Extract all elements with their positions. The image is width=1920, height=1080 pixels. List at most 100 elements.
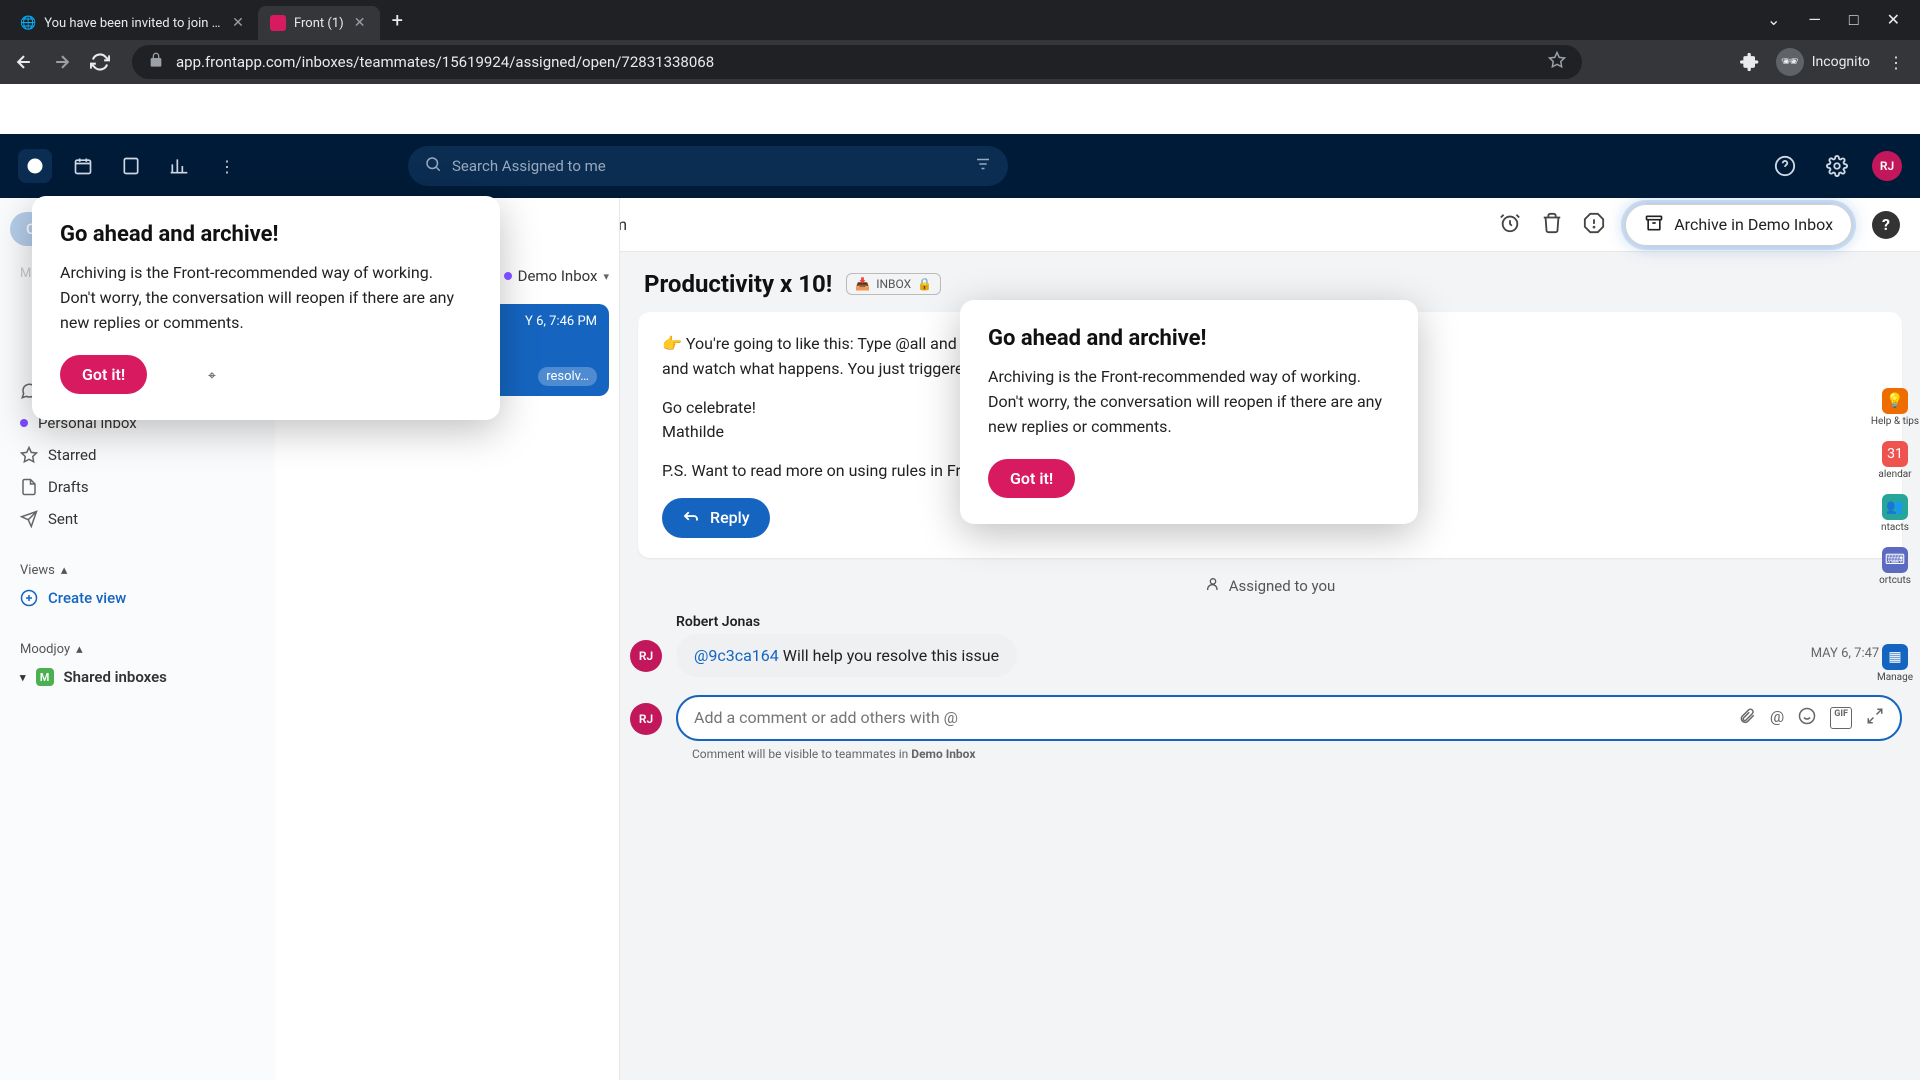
sidebar-item-drafts[interactable]: Drafts (10, 471, 265, 503)
close-window-icon[interactable]: ✕ (1887, 10, 1900, 30)
sidebar-item-sent[interactable]: Sent (10, 503, 265, 535)
rail-contacts[interactable]: 👥ntacts (1881, 494, 1909, 533)
avatar[interactable]: RJ (1872, 151, 1902, 181)
star-icon[interactable] (1548, 51, 1566, 73)
card-tag: resolv… (538, 367, 597, 386)
comment-text-field[interactable] (694, 708, 1738, 727)
dot-icon (504, 272, 512, 280)
close-icon[interactable]: ✕ (230, 15, 246, 31)
mention[interactable]: @9c3ca164 (694, 646, 779, 665)
app-topbar: ⋮ Search Assigned to me RJ (0, 134, 1920, 198)
thread-actionbar: Trash Spam Archive in Demo Inbox ? (620, 198, 1920, 252)
extensions-icon[interactable] (1738, 50, 1762, 74)
browser-titlebar: 🌐 You have been invited to join Fr… ✕ Fr… (0, 0, 1920, 40)
comment-input[interactable]: @ GIF (676, 695, 1902, 741)
calendar-nav-icon[interactable] (66, 149, 100, 183)
tab-spam[interactable]: Spam (620, 215, 627, 234)
popover-body: Archiving is the Front-recommended way o… (988, 365, 1390, 439)
archive-icon (1644, 213, 1664, 237)
comment-bubble: @9c3ca164 Will help you resolve this iss… (676, 634, 1017, 677)
incognito-indicator[interactable]: 🕶 Incognito (1776, 48, 1870, 76)
popover-title: Go ahead and archive! (60, 222, 472, 247)
user-icon (1205, 576, 1221, 596)
search-placeholder: Search Assigned to me (452, 157, 606, 175)
got-it-button[interactable]: Got it! (60, 355, 147, 394)
emoji-icon[interactable] (1798, 707, 1816, 729)
right-rail: 💡Help & tips 31alendar 👥ntacts ⌨ortcuts … (1870, 388, 1920, 683)
minimize-icon[interactable]: ― (1808, 10, 1821, 30)
search-input[interactable]: Search Assigned to me (408, 146, 1008, 186)
got-it-button[interactable]: Got it! (988, 459, 1075, 498)
rail-shortcuts[interactable]: ⌨ortcuts (1879, 547, 1911, 586)
gif-icon[interactable]: GIF (1830, 707, 1852, 729)
close-icon[interactable]: ✕ (352, 15, 368, 31)
expand-icon[interactable] (1866, 707, 1884, 729)
browser-tab[interactable]: 🌐 You have been invited to join Fr… ✕ (8, 6, 258, 40)
reply-button[interactable]: Reply (662, 498, 770, 538)
chevron-down-icon: ▾ (603, 270, 609, 283)
filter-icon[interactable] (974, 155, 992, 177)
caret-up-icon: ▴ (61, 563, 68, 578)
search-icon (424, 155, 442, 177)
onboarding-popover-left: Go ahead and archive! Archiving is the F… (32, 196, 500, 420)
chevron-down-icon: ▾ (20, 671, 26, 684)
inbox-filter[interactable]: Demo Inbox ▾ (504, 267, 709, 285)
plus-circle-icon (20, 589, 38, 607)
tab-dropdown-icon[interactable]: ⌄ (1767, 10, 1780, 30)
globe-icon: 🌐 (20, 16, 36, 31)
mention-icon[interactable]: @ (1770, 707, 1784, 729)
assigned-indicator: Assigned to you (620, 576, 1920, 596)
url-field[interactable]: app.frontapp.com/inboxes/teammates/15619… (132, 45, 1582, 79)
rail-manage[interactable]: ▦Manage (1877, 644, 1913, 683)
more-nav-icon[interactable]: ⋮ (210, 149, 244, 183)
app-logo-icon[interactable] (18, 149, 52, 183)
address-bar: app.frontapp.com/inboxes/teammates/15619… (0, 40, 1920, 84)
sidebar-section-views[interactable]: Views ▴ (10, 553, 265, 582)
incognito-icon: 🕶 (1776, 48, 1804, 76)
kebab-menu-icon[interactable]: ⋮ (1884, 50, 1908, 74)
send-icon (20, 510, 38, 528)
new-tab-button[interactable]: + (380, 8, 415, 32)
cursor-icon: ⌖ (208, 368, 216, 384)
back-button[interactable] (12, 50, 36, 74)
analytics-nav-icon[interactable] (162, 149, 196, 183)
inbox-badge: 📥 INBOX 🔒 (846, 273, 941, 295)
sidebar-create-view[interactable]: Create view (10, 582, 265, 614)
rail-tips[interactable]: 💡Help & tips (1871, 388, 1919, 427)
comment-composer: RJ @ GIF Comment will be visible to team… (676, 695, 1902, 761)
composer-hint: Comment will be visible to teammates in … (692, 747, 1902, 761)
sidebar-item-shared-inboxes[interactable]: ▾ M Shared inboxes (10, 661, 265, 693)
trash-icon[interactable] (1541, 212, 1563, 238)
rail-calendar[interactable]: 31alendar (1878, 441, 1911, 480)
dot-icon (20, 419, 28, 427)
card-time: Y 6, 7:46 PM (525, 314, 597, 329)
incognito-label: Incognito (1812, 54, 1870, 70)
star-icon (20, 446, 38, 464)
sidebar-item-starred[interactable]: Starred (10, 439, 265, 471)
lock-icon (148, 52, 164, 72)
sidebar-section-team[interactable]: Moodjoy ▴ (10, 632, 265, 661)
avatar: RJ (630, 640, 662, 672)
maximize-icon[interactable]: □ (1849, 10, 1859, 30)
gear-icon[interactable] (1820, 149, 1854, 183)
popover-body: Archiving is the Front-recommended way o… (60, 261, 472, 335)
reply-icon (682, 507, 700, 529)
archive-button[interactable]: Archive in Demo Inbox (1625, 204, 1852, 246)
browser-tab-active[interactable]: Front (1) ✕ (258, 6, 380, 40)
caret-up-icon: ▴ (76, 642, 83, 657)
lock-icon: 🔒 (917, 277, 932, 291)
popover-title: Go ahead and archive! (988, 326, 1390, 351)
forward-button[interactable] (50, 50, 74, 74)
help-badge-icon[interactable]: ? (1872, 211, 1900, 239)
reload-button[interactable] (88, 50, 112, 74)
snooze-icon[interactable] (1499, 212, 1521, 238)
help-icon[interactable] (1768, 149, 1802, 183)
attach-icon[interactable] (1738, 707, 1756, 729)
keyboard-icon: ⌨ (1882, 547, 1908, 573)
spam-icon[interactable] (1583, 212, 1605, 238)
contacts-nav-icon[interactable] (114, 149, 148, 183)
avatar: RJ (630, 703, 662, 735)
url-text: app.frontapp.com/inboxes/teammates/15619… (176, 53, 1536, 71)
onboarding-popover-right: Go ahead and archive! Archiving is the F… (960, 300, 1418, 524)
calendar-icon: 31 (1882, 441, 1908, 467)
